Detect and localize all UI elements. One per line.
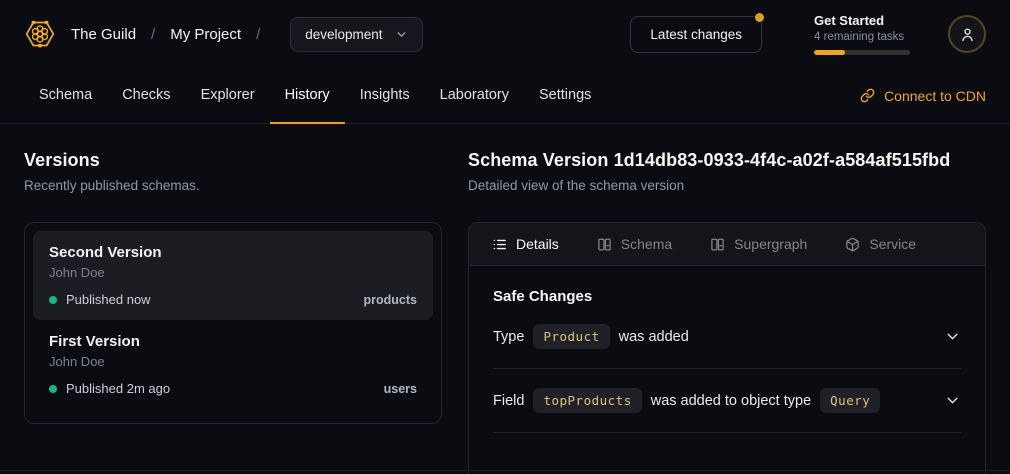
user-avatar-button[interactable]: [948, 15, 986, 53]
versions-subtitle: Recently published schemas.: [24, 178, 442, 193]
published-status-dot: [49, 296, 57, 304]
get-started-widget[interactable]: Get Started 4 remaining tasks: [814, 13, 910, 55]
latest-changes-button[interactable]: Latest changes: [630, 16, 762, 53]
safe-changes-heading: Safe Changes: [493, 288, 961, 305]
link-icon: [860, 88, 875, 103]
detail-tab-schema[interactable]: Schema: [597, 236, 672, 252]
breadcrumb-separator: /: [151, 26, 155, 43]
schema-version-column: Schema Version 1d14db83-0933-4f4c-a02f-a…: [468, 150, 986, 474]
hive-logo-icon[interactable]: [24, 18, 56, 50]
published-status-text: Published 2m ago: [66, 381, 170, 396]
connect-to-cdn-button[interactable]: Connect to CDN: [860, 68, 986, 123]
change-row[interactable]: Field topProducts was added to object type…: [493, 369, 961, 433]
versions-list: Second Version John Doe Published now produ…: [24, 222, 442, 424]
get-started-title: Get Started: [814, 13, 910, 28]
box-icon: [845, 237, 860, 252]
nav-tab-schema[interactable]: Schema: [24, 68, 107, 124]
versions-column: Versions Recently published schemas. Sec…: [24, 150, 442, 474]
user-icon: [959, 26, 976, 43]
connect-to-cdn-label: Connect to CDN: [884, 88, 986, 104]
main-content: Versions Recently published schemas. Sec…: [0, 124, 1010, 474]
detail-tab-label: Service: [869, 236, 916, 252]
versions-title: Versions: [24, 150, 442, 171]
detail-tab-label: Details: [516, 236, 559, 252]
detail-tabs: Details Schema Supergraph Service: [469, 223, 985, 266]
detail-content: Safe Changes Type Product was added Fieldto…: [469, 266, 985, 433]
change-text-part: was added: [619, 329, 689, 345]
chevron-down-icon: [395, 28, 408, 41]
published-status-text: Published now: [66, 292, 151, 307]
change-text-part: Field: [493, 393, 524, 409]
change-row[interactable]: Type Product was added: [493, 305, 961, 369]
detail-tab-service[interactable]: Service: [845, 236, 916, 252]
nav-tab-laboratory[interactable]: Laboratory: [425, 68, 524, 124]
schema-version-title: Schema Version 1d14db83-0933-4f4c-a02f-a…: [468, 150, 986, 171]
change-description: Field topProducts was added to object type…: [493, 388, 880, 413]
detail-tab-details[interactable]: Details: [492, 236, 559, 252]
schema-version-subtitle: Detailed view of the schema version: [468, 178, 986, 193]
nav-tabs: SchemaChecksExplorerHistoryInsightsLabor…: [24, 68, 606, 123]
notification-dot: [755, 13, 764, 22]
detail-tab-supergraph[interactable]: Supergraph: [710, 236, 807, 252]
get-started-progressbar: [814, 50, 910, 55]
version-name: First Version: [49, 333, 417, 350]
breadcrumb-project[interactable]: My Project: [170, 26, 241, 43]
version-item-first-version[interactable]: First Version John Doe Published 2m ago use…: [33, 320, 433, 409]
nav-tab-history[interactable]: History: [270, 68, 345, 124]
schema-version-panel: Details Schema Supergraph Service Safe Chan…: [468, 222, 986, 474]
version-item-second-version[interactable]: Second Version John Doe Published now produ…: [33, 231, 433, 320]
detail-tab-label: Supergraph: [734, 236, 807, 252]
columns-icon: [597, 237, 612, 252]
code-badge: Query: [820, 388, 880, 413]
change-description: Type Product was added: [493, 324, 689, 349]
get-started-remaining: 4 remaining tasks: [814, 31, 910, 43]
version-name: Second Version: [49, 244, 417, 261]
nav-tab-checks[interactable]: Checks: [107, 68, 185, 124]
version-author: John Doe: [49, 265, 417, 280]
chevron-down-icon: [944, 328, 961, 345]
nav-tab-settings[interactable]: Settings: [524, 68, 606, 124]
detail-tab-label: Schema: [621, 236, 672, 252]
section-divider: [0, 470, 1010, 471]
columns-icon: [710, 237, 725, 252]
target-selector-value: development: [305, 27, 382, 42]
code-badge: topProducts: [533, 388, 641, 413]
changes-list: Type Product was added Field topProducts was …: [493, 305, 961, 433]
version-author: John Doe: [49, 354, 417, 369]
code-badge: Product: [533, 324, 609, 349]
change-text-part: was added to object type: [651, 393, 811, 409]
top-header: The Guild / My Project / development Lat…: [0, 0, 1010, 68]
nav-tab-explorer[interactable]: Explorer: [186, 68, 270, 124]
latest-changes-label: Latest changes: [650, 27, 742, 42]
breadcrumb-separator: /: [256, 26, 260, 43]
target-selector-dropdown[interactable]: development: [290, 17, 422, 52]
service-name: products: [364, 293, 417, 307]
get-started-progress-fill: [814, 50, 845, 55]
list-icon: [492, 237, 507, 252]
change-text-part: Type: [493, 329, 524, 345]
breadcrumb-org[interactable]: The Guild: [71, 26, 136, 43]
service-name: users: [384, 382, 417, 396]
chevron-down-icon: [944, 392, 961, 409]
main-nav: SchemaChecksExplorerHistoryInsightsLabor…: [0, 68, 1010, 124]
published-status-dot: [49, 385, 57, 393]
nav-tab-insights[interactable]: Insights: [345, 68, 425, 124]
